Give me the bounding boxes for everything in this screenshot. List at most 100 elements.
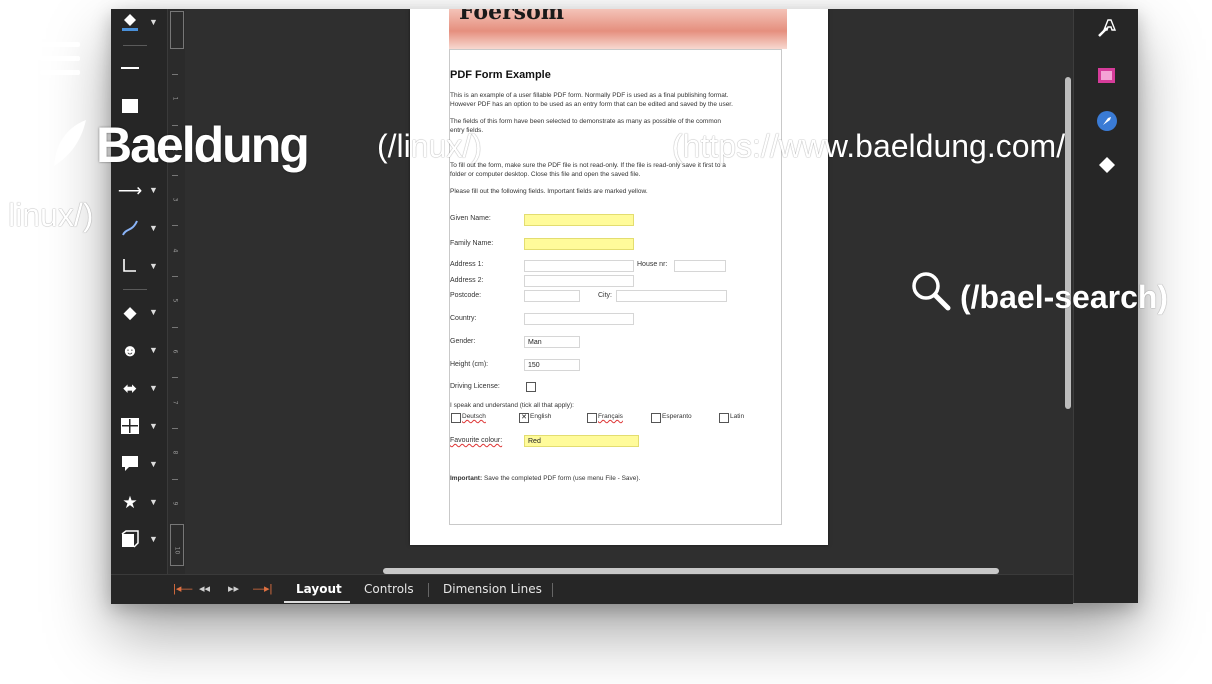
family-name-field[interactable] <box>524 238 634 250</box>
chevron-down-icon[interactable]: ▼ <box>149 383 158 393</box>
form-title: PDF Form Example <box>450 69 551 81</box>
language-checkbox-esperanto[interactable] <box>651 413 661 423</box>
symbol-shapes-tool[interactable]: ☻ ▼ <box>119 339 163 361</box>
city-label: City: <box>598 292 612 299</box>
language-label: English <box>530 413 552 420</box>
toolbar-divider <box>123 289 147 290</box>
language-label: Esperanto <box>662 413 692 420</box>
gender-label: Gender: <box>450 338 476 345</box>
language-label: Latin <box>730 413 745 420</box>
important-label: Important: <box>450 475 483 482</box>
address1-field[interactable] <box>524 260 634 272</box>
language-checkbox-deutsch[interactable] <box>451 413 461 423</box>
active-tab-indicator <box>284 601 350 603</box>
line-tool[interactable] <box>119 57 163 79</box>
3d-objects-tool[interactable]: ▼ <box>119 528 163 550</box>
city-field[interactable] <box>616 290 727 302</box>
chevron-down-icon[interactable]: ▼ <box>149 307 158 317</box>
chevron-down-icon[interactable]: ▼ <box>149 345 158 355</box>
vertical-scrollbar[interactable] <box>1065 77 1071 409</box>
last-page-button[interactable]: —▸| <box>253 582 272 595</box>
chevron-down-icon[interactable]: ▼ <box>149 421 158 431</box>
flowchart-icon <box>119 418 141 434</box>
gender-field[interactable]: Man <box>524 336 580 348</box>
fill-color-tool[interactable]: ▼ <box>119 11 163 33</box>
driving-license-checkbox[interactable] <box>526 382 536 392</box>
language-label: Français <box>598 413 623 420</box>
tab-divider <box>552 583 553 597</box>
baeldung-linux-url-link-continued[interactable]: linux/) <box>8 197 93 234</box>
chevron-down-icon[interactable]: ▼ <box>149 459 158 469</box>
house-nr-field[interactable] <box>674 260 726 272</box>
menu-icon[interactable] <box>38 40 82 80</box>
pdf-form: PDF Form Example This is an example of a… <box>449 49 782 525</box>
chevron-down-icon[interactable]: ▼ <box>149 17 158 27</box>
vertical-ruler: 1 2 3 4 5 6 7 8 9 10 <box>167 9 186 574</box>
site-logo[interactable]: Baeldung <box>96 116 310 174</box>
connector-icon <box>119 257 141 275</box>
chevron-down-icon[interactable]: ▼ <box>149 497 158 507</box>
baeldung-linux-url-link[interactable]: (https://www.baeldung.com/ <box>672 128 1065 165</box>
shapes-icon[interactable] <box>1096 154 1118 176</box>
flowchart-tool[interactable]: ▼ <box>119 415 163 437</box>
tab-dimension-lines[interactable]: Dimension Lines <box>443 582 542 596</box>
next-page-button[interactable]: ▸▸ <box>228 582 239 595</box>
baeldung-leaf-icon[interactable] <box>50 118 92 170</box>
ruler-number: 8 <box>171 450 179 455</box>
driving-license-label: Driving License: <box>450 383 500 390</box>
3d-object-icon <box>119 530 141 548</box>
postcode-label: Postcode: <box>450 292 482 299</box>
country-label: Country: <box>450 315 477 322</box>
ruler-margin <box>170 11 184 49</box>
search-link[interactable]: (/bael-search) <box>960 279 1168 316</box>
document-page[interactable]: Foersom PDF Form Example This is an exam… <box>410 9 828 545</box>
bottom-tab-bar: |◂— ◂◂ ▸▸ —▸| Layout Controls Dimension … <box>111 574 1073 604</box>
connector-tool[interactable]: ▼ <box>119 255 163 277</box>
callout-tool[interactable]: ▼ <box>119 453 163 475</box>
address2-field[interactable] <box>524 275 634 287</box>
intro-line-2: However PDF has an option to be used as … <box>450 101 733 108</box>
document-banner: Foersom <box>449 9 787 49</box>
postcode-field[interactable] <box>524 290 580 302</box>
family-name-label: Family Name: <box>450 240 494 247</box>
gallery-icon[interactable] <box>1096 65 1118 87</box>
linux-link[interactable]: (/linux/) <box>377 128 482 165</box>
chevron-down-icon[interactable]: ▼ <box>149 534 158 544</box>
chevron-down-icon[interactable]: ▼ <box>149 261 158 271</box>
search-icon[interactable] <box>910 270 954 314</box>
curve-tool[interactable]: ▼ <box>119 217 163 239</box>
basic-shapes-tool[interactable]: ◆ ▼ <box>119 301 163 323</box>
navigator-icon[interactable] <box>1096 110 1118 132</box>
given-name-field[interactable] <box>524 214 634 226</box>
chevron-down-icon[interactable]: ▼ <box>149 223 158 233</box>
first-page-button[interactable]: |◂— <box>173 582 192 595</box>
previous-page-button[interactable]: ◂◂ <box>199 582 210 595</box>
arrow-line-icon: ⟶ <box>117 180 143 200</box>
important-text: Save the completed PDF form (use menu Fi… <box>483 475 641 482</box>
given-name-label: Given Name: <box>450 215 491 222</box>
language-checkbox-english[interactable]: ✕ <box>519 413 529 423</box>
language-checkbox-latin[interactable] <box>719 413 729 423</box>
tab-controls[interactable]: Controls <box>364 582 414 596</box>
properties-icon[interactable] <box>1096 17 1118 39</box>
language-label: Deutsch <box>462 413 486 420</box>
line-icon <box>119 66 141 70</box>
tab-divider <box>428 583 429 597</box>
height-field[interactable]: 150 <box>524 359 580 371</box>
chevron-down-icon[interactable]: ▼ <box>149 185 158 195</box>
address1-label: Address 1: <box>450 261 484 268</box>
country-field[interactable] <box>524 313 634 325</box>
ruler-tick <box>172 276 178 277</box>
ruler-number: 5 <box>171 298 179 303</box>
arrow-line-tool[interactable]: ⟶ ▼ <box>117 179 163 201</box>
favourite-colour-field[interactable]: Red <box>524 435 639 447</box>
ruler-number: 7 <box>171 400 179 405</box>
height-label: Height (cm): <box>450 361 489 368</box>
toolbar-divider <box>123 45 147 46</box>
tab-layout[interactable]: Layout <box>296 582 342 596</box>
stars-tool[interactable]: ★ ▼ <box>119 491 163 513</box>
rectangle-tool[interactable] <box>119 95 163 117</box>
language-checkbox-francais[interactable] <box>587 413 597 423</box>
ruler-tick <box>172 225 178 226</box>
block-arrows-tool[interactable]: ⬌ ▼ <box>119 377 163 399</box>
